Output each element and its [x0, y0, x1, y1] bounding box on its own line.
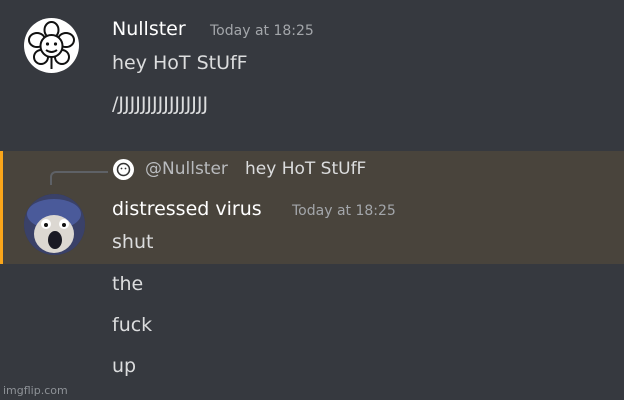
screaming-creature-icon [24, 194, 85, 255]
message-line: fuck [112, 314, 153, 336]
message-line: up [112, 355, 137, 377]
username-nullster[interactable]: Nullster [112, 18, 186, 40]
mention-highlight-bar [0, 151, 3, 264]
username-distressed-virus[interactable]: distressed virus [112, 198, 262, 220]
timestamp: Today at 18:25 [292, 203, 396, 219]
message-line: shut [112, 231, 154, 253]
watermark: imgflip.com [3, 384, 68, 397]
avatar-nullster[interactable] [24, 18, 79, 73]
message-line: the [112, 273, 144, 295]
avatar-distressed-virus[interactable] [24, 194, 85, 255]
reply-avatar[interactable] [113, 159, 134, 180]
timestamp: Today at 18:25 [210, 23, 314, 39]
message-line: hey HoT StUfF [112, 52, 248, 74]
flower-face-icon [116, 162, 131, 177]
message-line: /JJJJJJJJJJJJJJJJ [112, 93, 209, 115]
flower-face-icon [28, 21, 75, 69]
reply-mention[interactable]: @Nullster [145, 159, 228, 179]
reply-spine [50, 171, 108, 185]
reply-preview-text[interactable]: hey HoT StUfF [245, 159, 366, 179]
